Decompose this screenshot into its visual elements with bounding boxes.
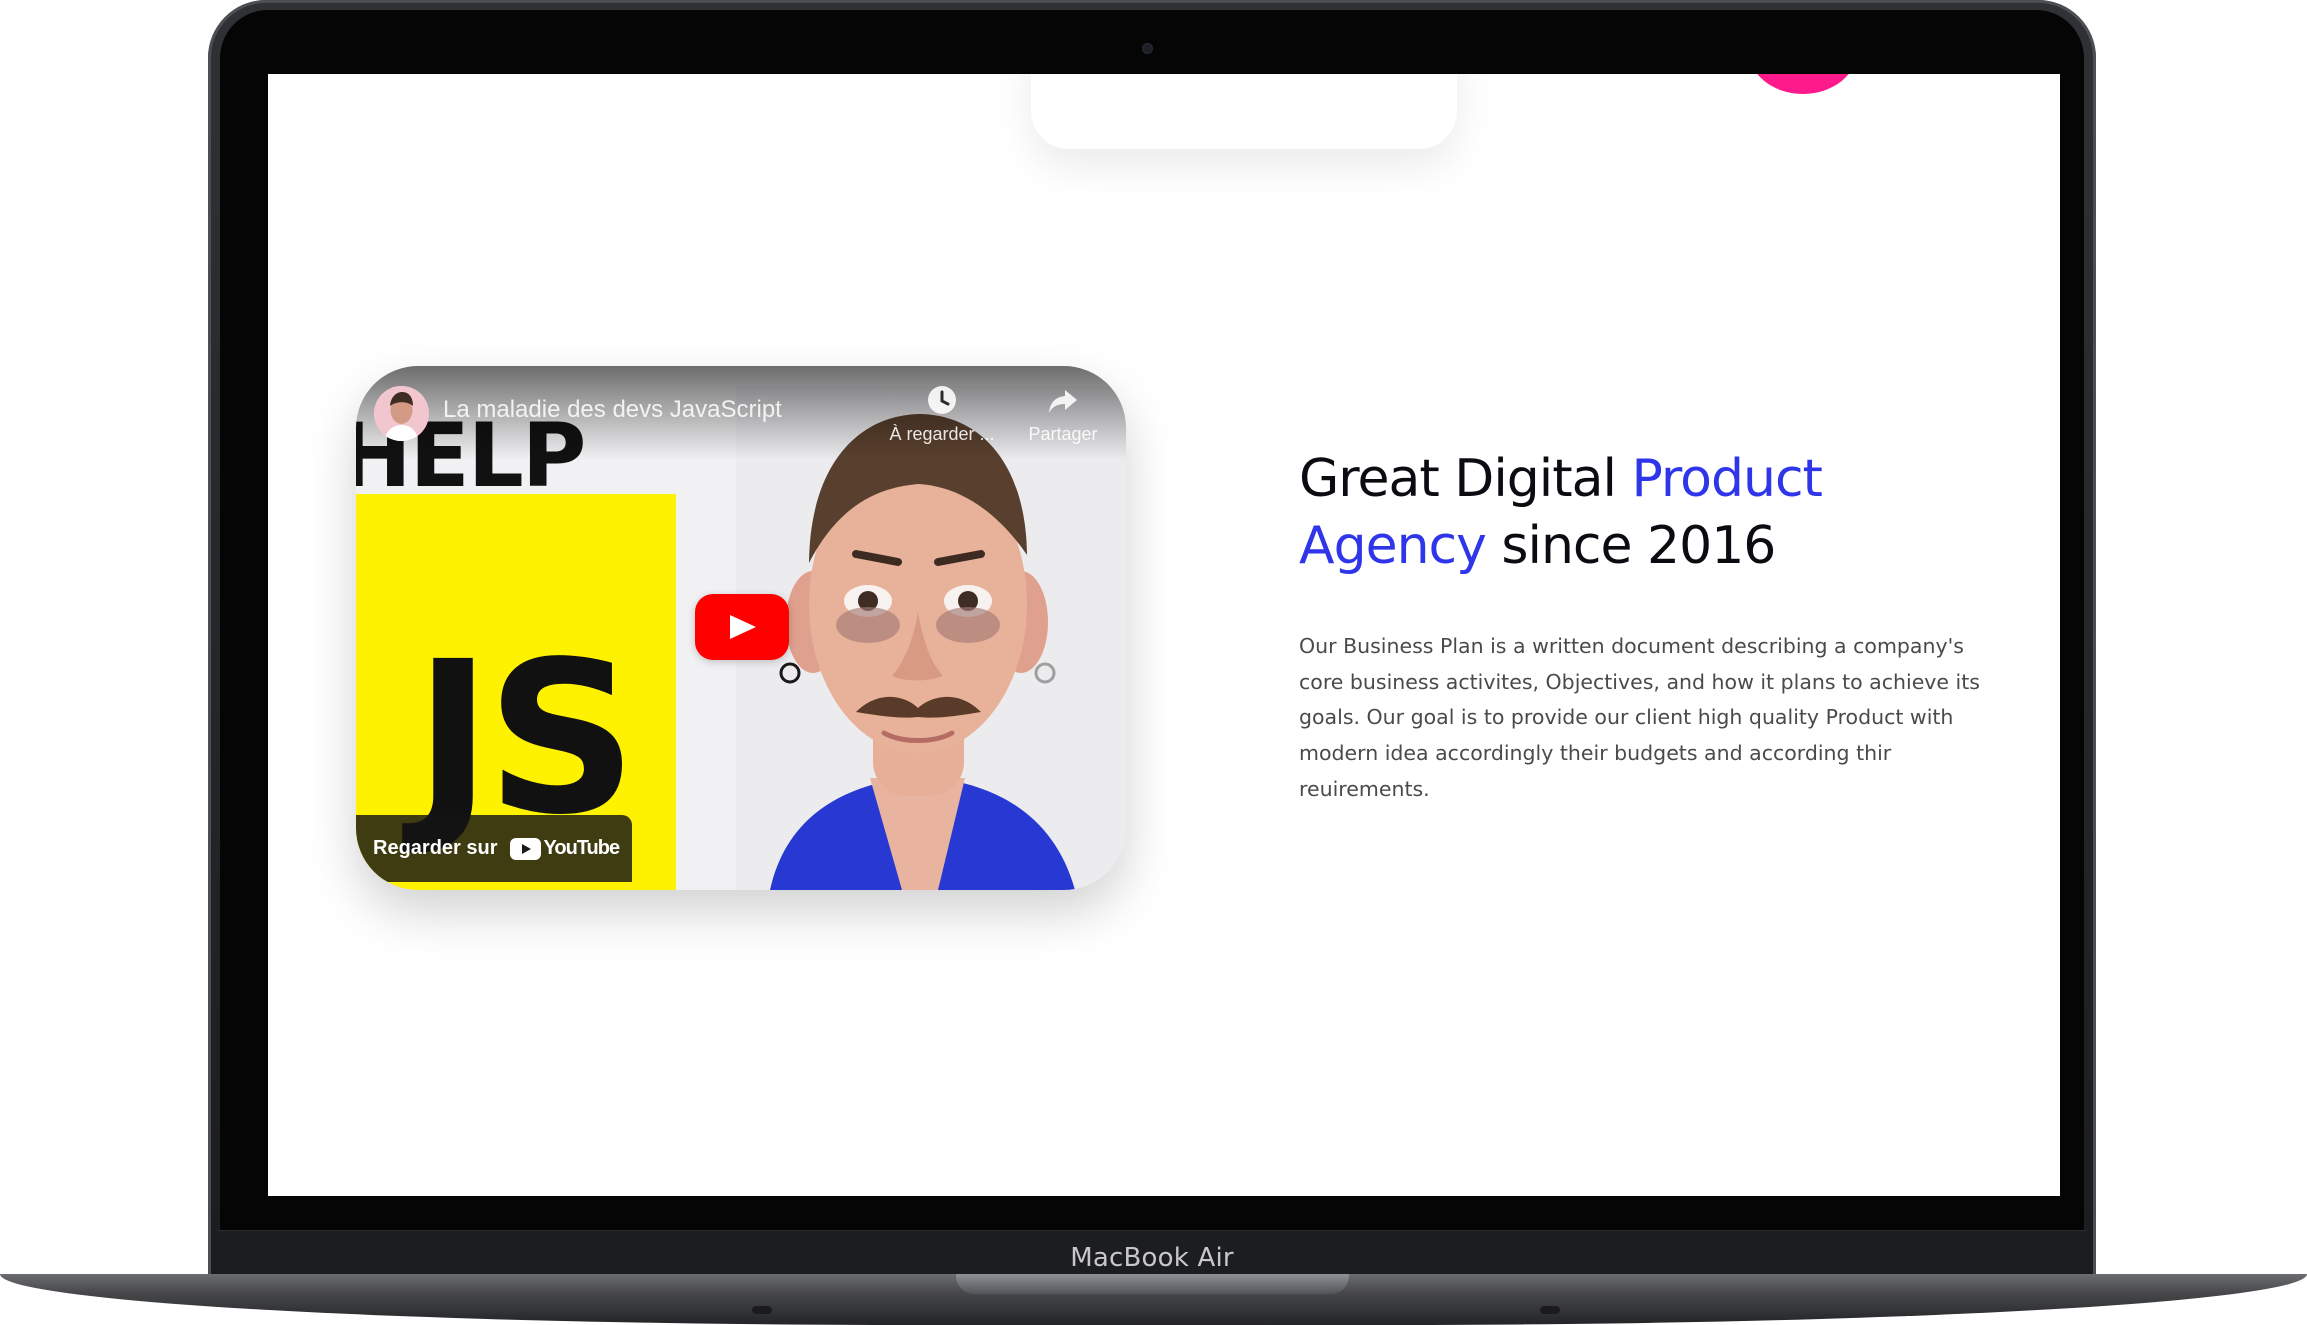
- channel-avatar[interactable]: [374, 386, 429, 441]
- pink-decor: [1748, 74, 1858, 94]
- laptop-lid: HELP JS: [208, 0, 2096, 1290]
- screen-bezel: HELP JS: [220, 10, 2084, 1290]
- hero-description: Our Business Plan is a written document …: [1299, 634, 1980, 801]
- play-button[interactable]: [695, 594, 789, 660]
- share-label: Partager: [1028, 424, 1098, 444]
- camera-icon: [1142, 43, 1153, 54]
- share-icon: [1049, 390, 1077, 413]
- embedded-video[interactable]: HELP JS: [356, 366, 1126, 890]
- watch-later-button[interactable]: À regarder ...: [887, 382, 997, 445]
- share-button[interactable]: Partager: [1008, 382, 1118, 445]
- play-icon: [730, 615, 756, 639]
- watch-later-label: À regarder ...: [889, 424, 995, 444]
- macbook-mockup: HELP JS: [0, 0, 2307, 1325]
- watch-on-label: Regarder sur: [373, 837, 498, 859]
- laptop-foot-right: [1540, 1306, 1560, 1314]
- hero-heading: Great Digital Product Agency since 2016: [1299, 446, 1919, 580]
- youtube-logo: YouTube: [509, 837, 621, 860]
- website-screen: HELP JS: [268, 74, 2060, 1196]
- watch-on-youtube-button[interactable]: Regarder sur YouTube: [356, 815, 632, 882]
- video-title[interactable]: La maladie des devs JavaScript: [443, 396, 782, 424]
- trackpad-notch: [956, 1274, 1349, 1294]
- javascript-logo-text: JS: [414, 616, 637, 861]
- clock-icon: [928, 386, 956, 414]
- presenter-portrait: [736, 386, 1126, 890]
- heading-part-2: since 2016: [1485, 516, 1776, 576]
- youtube-logo-icon: [509, 837, 541, 860]
- floating-card: [1031, 74, 1457, 149]
- laptop-foot-left: [752, 1306, 772, 1314]
- youtube-wordmark: YouTube: [543, 837, 621, 859]
- heading-part-1: Great Digital: [1299, 449, 1632, 509]
- device-label: MacBook Air: [1070, 1243, 1234, 1273]
